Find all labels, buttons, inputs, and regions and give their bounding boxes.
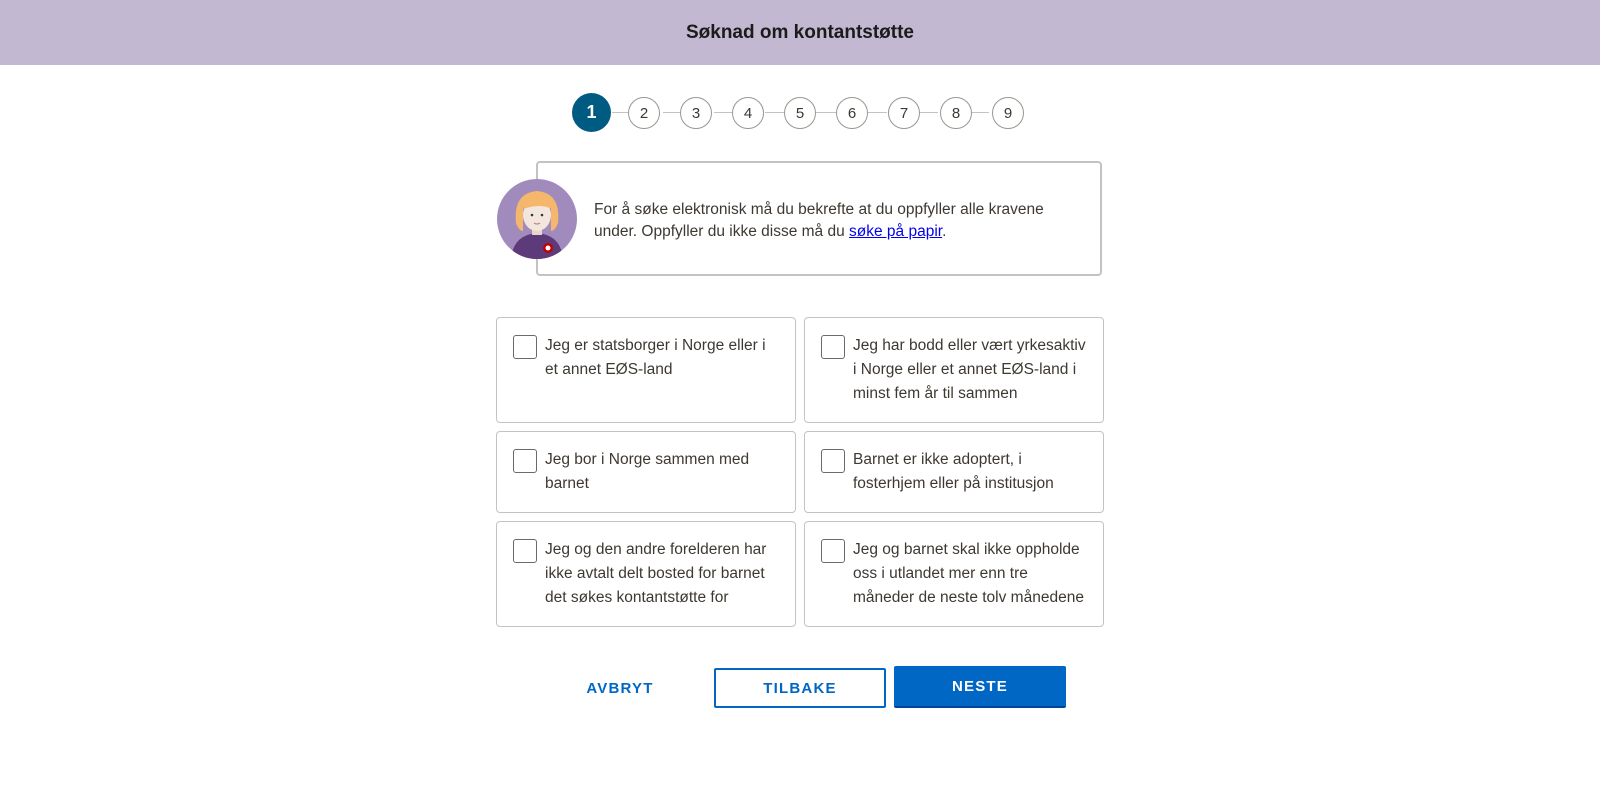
requirement-checkbox[interactable] <box>821 449 845 473</box>
step-6[interactable]: 6 <box>836 97 868 129</box>
requirement-card-lives-with-child[interactable]: Jeg bor i Norge sammen med barnet <box>496 431 796 513</box>
step-connector <box>816 112 836 113</box>
step-2[interactable]: 2 <box>628 97 660 129</box>
step-5[interactable]: 5 <box>784 97 816 129</box>
requirement-checkbox[interactable] <box>821 539 845 563</box>
step-connector <box>714 112 734 113</box>
requirement-label: Jeg og den andre forelderen har ikke avt… <box>545 541 767 606</box>
requirement-card-no-abroad-stay[interactable]: Jeg og barnet skal ikke oppholde oss i u… <box>804 521 1104 627</box>
step-8[interactable]: 8 <box>940 97 972 129</box>
page-title: Søknad om kontantstøtte <box>685 21 914 43</box>
back-button[interactable]: TILBAKE <box>714 668 886 708</box>
requirement-card-citizenship[interactable]: Jeg er statsborger i Norge eller i et an… <box>496 317 796 423</box>
guide-text: For å søke elektronisk må du bekrefte at… <box>594 201 1044 240</box>
requirement-card-no-shared-residence[interactable]: Jeg og den andre forelderen har ikke avt… <box>496 521 796 627</box>
guide-panel: For å søke elektronisk må du bekrefte at… <box>497 161 1105 276</box>
requirement-label: Jeg og barnet skal ikke oppholde oss i u… <box>853 541 1084 606</box>
step-connector <box>969 112 989 113</box>
step-connector <box>918 112 938 113</box>
guide-speech-bubble: For å søke elektronisk må du bekrefte at… <box>536 161 1102 276</box>
step-connector <box>867 112 887 113</box>
next-button[interactable]: NESTE <box>894 666 1066 708</box>
cancel-button[interactable]: AVBRYT <box>565 668 675 708</box>
veileder-avatar <box>497 179 577 259</box>
requirement-label: Jeg bor i Norge sammen med barnet <box>545 451 750 492</box>
paper-application-link[interactable]: søke på papir <box>849 223 942 240</box>
step-9[interactable]: 9 <box>992 97 1024 129</box>
requirement-label: Jeg er statsborger i Norge eller i et an… <box>545 337 766 378</box>
page-header: Søknad om kontantstøtte <box>0 0 1600 65</box>
requirement-checkbox[interactable] <box>513 449 537 473</box>
requirement-label: Jeg har bodd eller vært yrkesaktiv i Nor… <box>853 337 1086 402</box>
requirement-checkbox[interactable] <box>821 335 845 359</box>
step-connector <box>765 112 785 113</box>
guide-text-suffix: . <box>942 223 947 240</box>
requirement-checkbox[interactable] <box>513 335 537 359</box>
step-3[interactable]: 3 <box>680 97 712 129</box>
step-7[interactable]: 7 <box>888 97 920 129</box>
requirement-checkbox[interactable] <box>513 539 537 563</box>
requirement-card-not-adopted[interactable]: Barnet er ikke adoptert, i fosterhjem el… <box>804 431 1104 513</box>
veileder-illustration <box>511 191 563 259</box>
progress-stepper: 1 2 3 4 5 6 7 8 9 <box>0 93 1600 132</box>
step-4[interactable]: 4 <box>732 97 764 129</box>
step-1[interactable]: 1 <box>572 93 611 132</box>
requirement-label: Barnet er ikke adoptert, i fosterhjem el… <box>853 451 1054 492</box>
requirement-card-residence[interactable]: Jeg har bodd eller vært yrkesaktiv i Nor… <box>804 317 1104 423</box>
